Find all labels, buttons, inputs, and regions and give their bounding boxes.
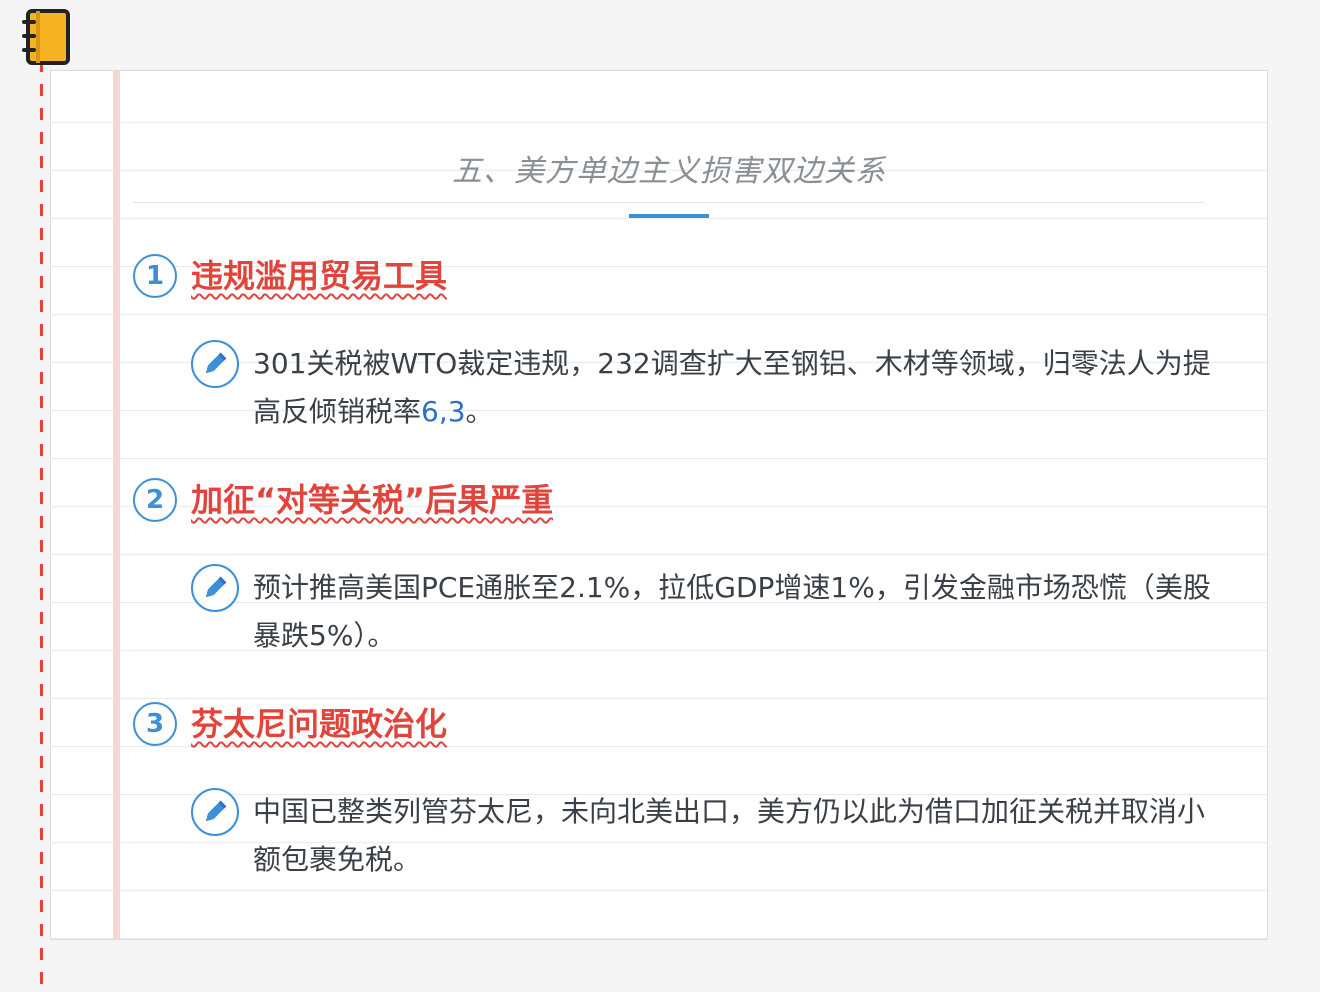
pencil-icon — [191, 564, 239, 612]
section-heading: 芬太尼问题政治化 — [191, 705, 448, 743]
pencil-icon — [191, 788, 239, 836]
section-paragraph: 中国已整类列管芬太尼，未向北美出口，美方仍以此为借口加征关税并取消小额包裹免税。 — [253, 795, 1206, 876]
section-paragraph: 301关税被WTO裁定违规，232调查扩大至钢铝、木材等领域，归零法人为提高反倾… — [253, 340, 1213, 436]
reference-link[interactable]: 6,3 — [421, 395, 466, 428]
paragraph-tail: 。 — [465, 395, 494, 428]
notebook-icon — [22, 9, 70, 65]
page-title: 五、美方单边主义损害双边关系 — [452, 154, 886, 189]
pencil-icon — [191, 340, 239, 388]
number-badge: 1 — [133, 254, 177, 298]
paragraph-text: 301关税被WTO裁定违规，232调查扩大至钢铝、木材等领域，归零法人为提高反倾… — [253, 347, 1211, 428]
pink-margin-line — [113, 71, 120, 939]
page-header: 五、美方单边主义损害双边关系 — [133, 147, 1205, 218]
title-divider — [133, 202, 1205, 203]
section-heading: 违规滥用贸易工具 — [191, 257, 448, 295]
section-heading: 加征“对等关税”后果严重 — [191, 481, 554, 519]
lined-paper: 五、美方单边主义损害双边关系 1 违规滥用贸易工具 301关税被WTO裁定违规，… — [50, 70, 1268, 940]
margin-dashed-line — [40, 60, 43, 992]
number-badge: 2 — [133, 478, 177, 522]
title-accent-bar — [629, 214, 709, 218]
number-badge: 3 — [133, 702, 177, 746]
section-paragraph: 预计推高美国PCE通胀至2.1%，拉低GDP增速1%，引发金融市场恐慌（美股暴跌… — [253, 571, 1211, 652]
